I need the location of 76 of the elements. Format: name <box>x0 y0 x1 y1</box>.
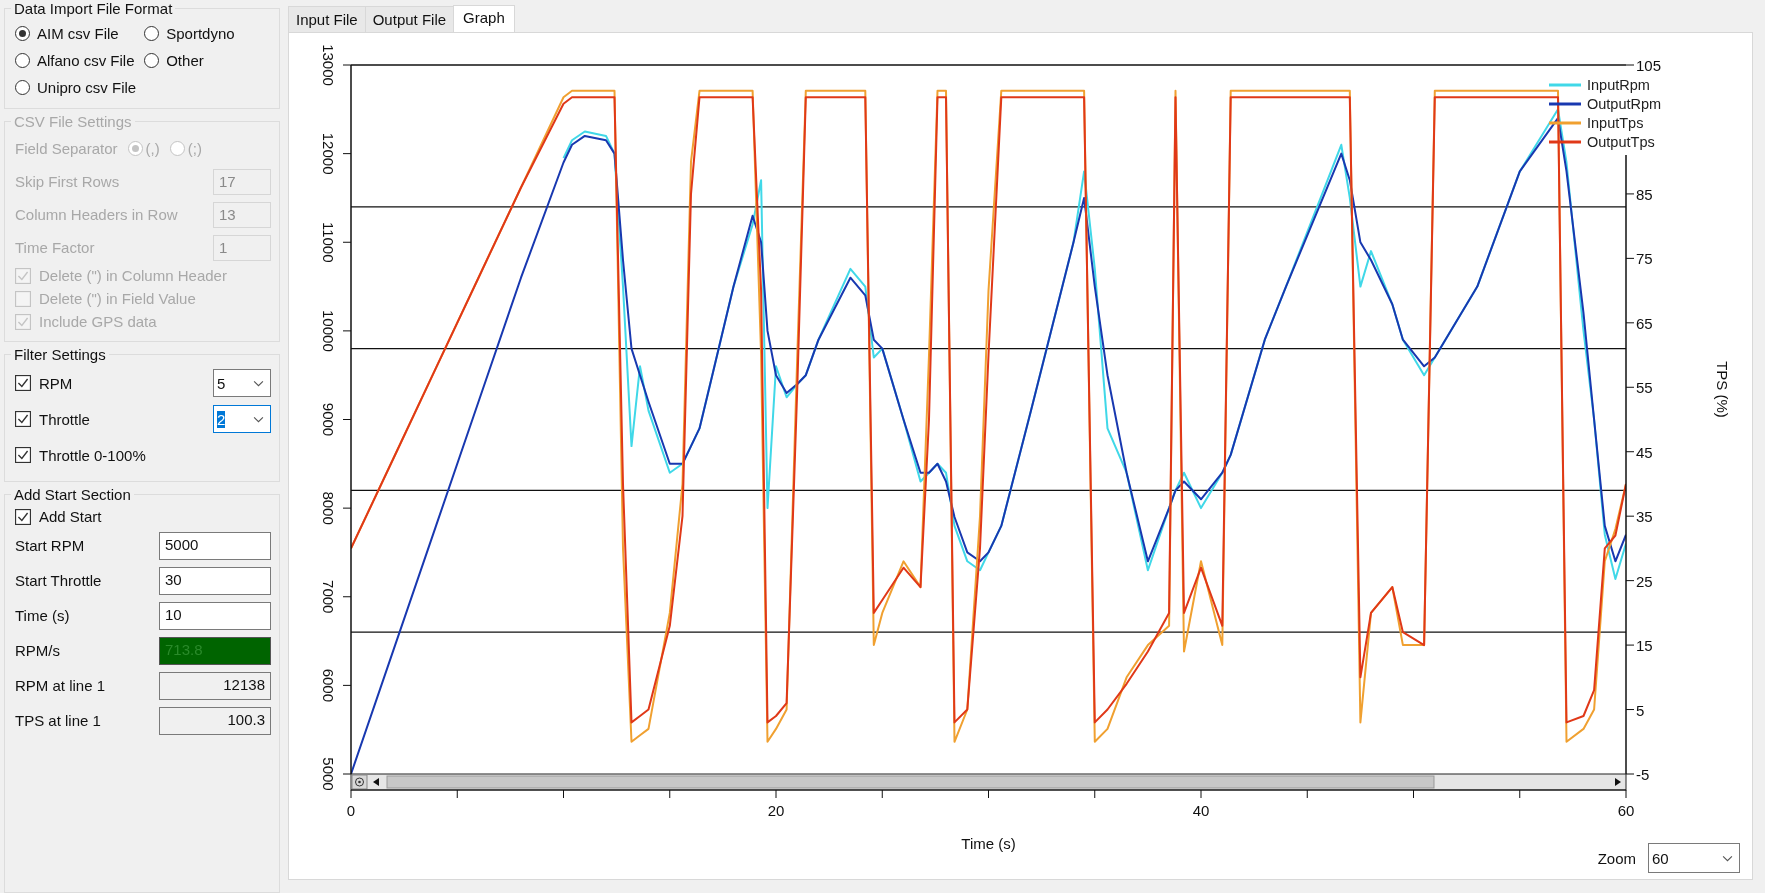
checkbox-icon[interactable] <box>15 447 31 463</box>
field-label: Column Headers in Row <box>15 206 178 223</box>
checkbox-icon[interactable] <box>15 375 31 391</box>
axis-label: 8000 <box>320 491 337 525</box>
axis-label: 55 <box>1636 379 1653 397</box>
chevron-icon <box>1722 854 1733 862</box>
axis-label: 85 <box>1636 185 1653 203</box>
group-title: Add Start Section <box>13 486 132 503</box>
field-label: Time (s) <box>15 607 70 624</box>
dropdown[interactable]: 5 <box>213 369 271 397</box>
legend-label: OutputRpm <box>1587 96 1662 112</box>
axis-label: -5 <box>1636 766 1650 783</box>
input-field[interactable]: 100.3 <box>159 706 271 735</box>
axis-label: 45 <box>1636 443 1653 461</box>
checkbox-option[interactable]: RPM <box>15 371 73 395</box>
group-title: Filter Settings <box>13 346 107 363</box>
axis-label: 6000 <box>320 668 337 703</box>
axis-label: 25 <box>1636 572 1653 590</box>
field-label: RPM at line 1 <box>15 677 106 694</box>
checkbox-icon[interactable] <box>15 508 31 525</box>
group-title: Data Import File Format <box>13 0 174 17</box>
input-field[interactable]: 5000 <box>159 531 271 560</box>
checkbox-option[interactable]: Throttle <box>15 407 90 431</box>
tab[interactable]: Input File <box>288 6 366 32</box>
axis-label: 5000 <box>320 757 337 791</box>
dropdown[interactable]: 2 <box>213 405 271 433</box>
axis-label: 11000 <box>320 221 337 263</box>
chevron-icon <box>253 415 264 423</box>
zoom-reset-icon[interactable] <box>351 774 368 790</box>
input-field[interactable]: 10 <box>159 601 271 630</box>
radio-option[interactable]: Unipro csv File <box>15 79 137 96</box>
tab[interactable]: Output File <box>364 6 455 32</box>
tab[interactable]: Graph <box>453 5 515 32</box>
legend-label: InputTps <box>1587 115 1644 131</box>
axis-label: 15 <box>1636 637 1653 655</box>
axis-title: Time (s) <box>961 835 1016 852</box>
scroll-left-icon[interactable] <box>373 778 379 786</box>
axis-label: 13000 <box>320 44 337 86</box>
axis-label: 12000 <box>320 132 337 175</box>
scroll-right-icon[interactable] <box>1615 778 1621 786</box>
input-field[interactable]: 30 <box>159 566 271 595</box>
field-label: Field Separator <box>15 140 118 157</box>
axis-label: 10000 <box>320 310 337 352</box>
field-label: TPS at line 1 <box>15 712 101 729</box>
axis-label: 9000 <box>320 402 337 437</box>
axis-label: 105 <box>1636 57 1662 74</box>
radio-option[interactable]: Alfano csv File <box>15 52 137 69</box>
radio-option[interactable]: Sportdyno <box>144 25 235 42</box>
group-title: CSV File Settings <box>13 113 133 130</box>
field-label: Start Throttle <box>15 572 102 589</box>
axis-label: 65 <box>1636 314 1653 332</box>
chevron-icon <box>253 379 264 387</box>
input-field[interactable]: 12138 <box>159 671 271 700</box>
axis-label: 60 <box>1617 802 1635 819</box>
axis-label: 40 <box>1192 802 1210 819</box>
axis-label: 35 <box>1636 508 1653 526</box>
radio-option[interactable]: AIM csv File <box>15 25 137 42</box>
checkbox-option[interactable]: Add Start <box>15 505 271 528</box>
axis-label: 5 <box>1636 701 1645 719</box>
zoom-dropdown[interactable]: 60 <box>1648 843 1740 873</box>
legend-label: OutputTps <box>1587 134 1655 150</box>
scrollbar[interactable] <box>350 773 1627 791</box>
axis-label: 75 <box>1636 250 1653 268</box>
legend-label: InputRpm <box>1587 77 1650 93</box>
field-label: RPM/s <box>15 642 60 659</box>
field-label: Start RPM <box>15 537 85 554</box>
field-label: Skip First Rows <box>15 173 120 190</box>
radio-option[interactable]: Other <box>144 52 235 69</box>
checkbox-option[interactable]: Throttle 0-100% <box>15 443 146 467</box>
axis-label: 20 <box>767 802 785 819</box>
checkbox-icon[interactable] <box>15 411 31 427</box>
zoom-label: Zoom <box>1597 849 1636 867</box>
axis-label: 0 <box>346 802 356 819</box>
axis-title: TPS (%) <box>1714 361 1731 418</box>
axis-label: 7000 <box>320 580 337 614</box>
field-label: Time Factor <box>15 239 95 256</box>
